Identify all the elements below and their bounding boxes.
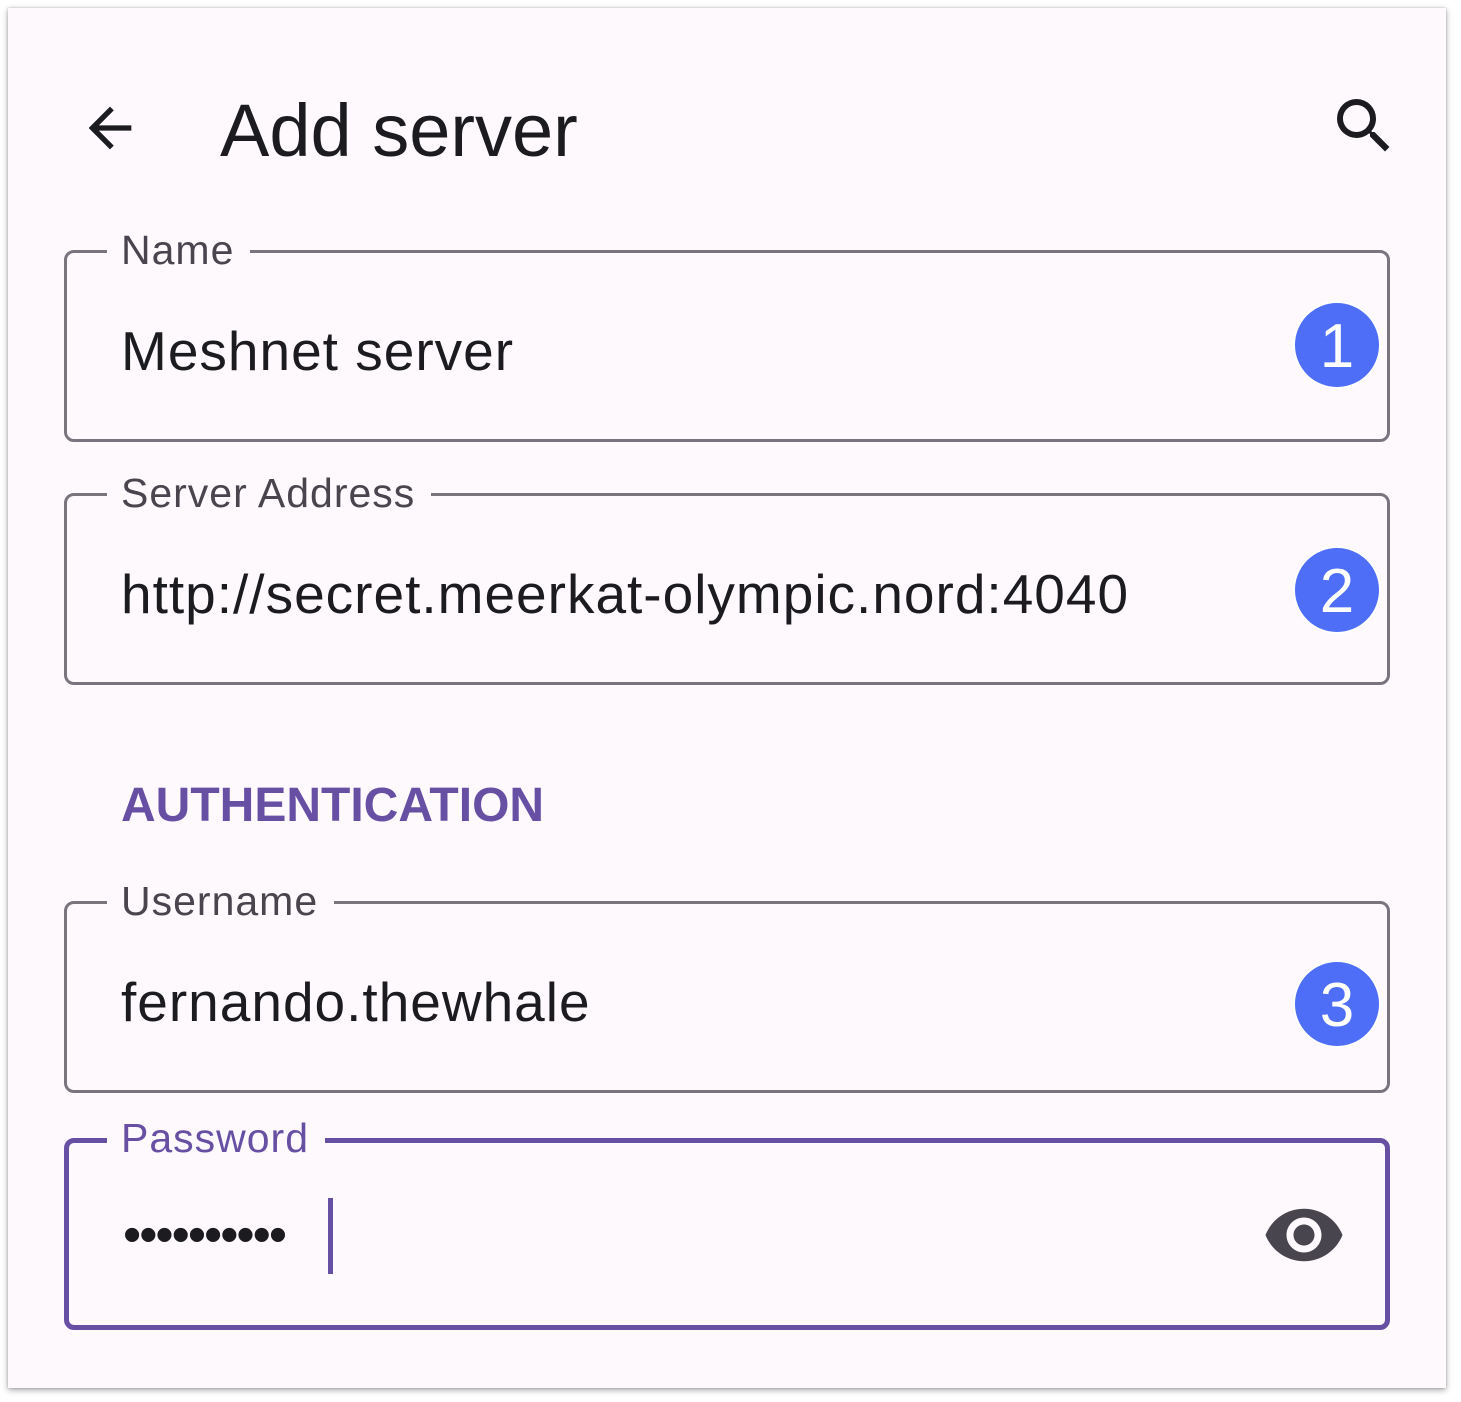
- username-input[interactable]: fernando.thewhale: [121, 968, 591, 1036]
- server-address-label: Server Address: [107, 465, 432, 521]
- step-badge-2: 2: [1293, 546, 1381, 634]
- page-title: Add server: [220, 89, 578, 172]
- eye-icon: [1265, 1208, 1343, 1262]
- add-server-screen: Add server Name Meshnet server 1 Server …: [8, 8, 1446, 1388]
- step-badge-1: 1: [1293, 301, 1381, 389]
- name-field-label: Name: [107, 222, 251, 278]
- authentication-section-header: AUTHENTICATION: [121, 779, 545, 832]
- username-label: Username: [107, 873, 335, 929]
- username-field[interactable]: Username fernando.thewhale 3: [64, 873, 1390, 1093]
- toggle-password-visibility-button[interactable]: [1262, 1193, 1346, 1277]
- text-cursor: [328, 1198, 333, 1274]
- password-label: Password: [107, 1110, 326, 1166]
- search-icon: [1337, 99, 1390, 152]
- search-button[interactable]: [1324, 86, 1404, 166]
- arrow-back-icon: [88, 106, 132, 150]
- password-input[interactable]: ••••••••••: [123, 1201, 287, 1269]
- server-address-input[interactable]: http://secret.meerkat-olympic.nord:4040: [121, 560, 1129, 628]
- server-address-field[interactable]: Server Address http://secret.meerkat-oly…: [64, 465, 1390, 685]
- step-badge-3: 3: [1293, 960, 1381, 1048]
- back-button[interactable]: [74, 92, 146, 164]
- name-input[interactable]: Meshnet server: [121, 317, 514, 385]
- name-field[interactable]: Name Meshnet server 1: [64, 222, 1390, 442]
- password-field[interactable]: Password ••••••••••: [64, 1110, 1390, 1330]
